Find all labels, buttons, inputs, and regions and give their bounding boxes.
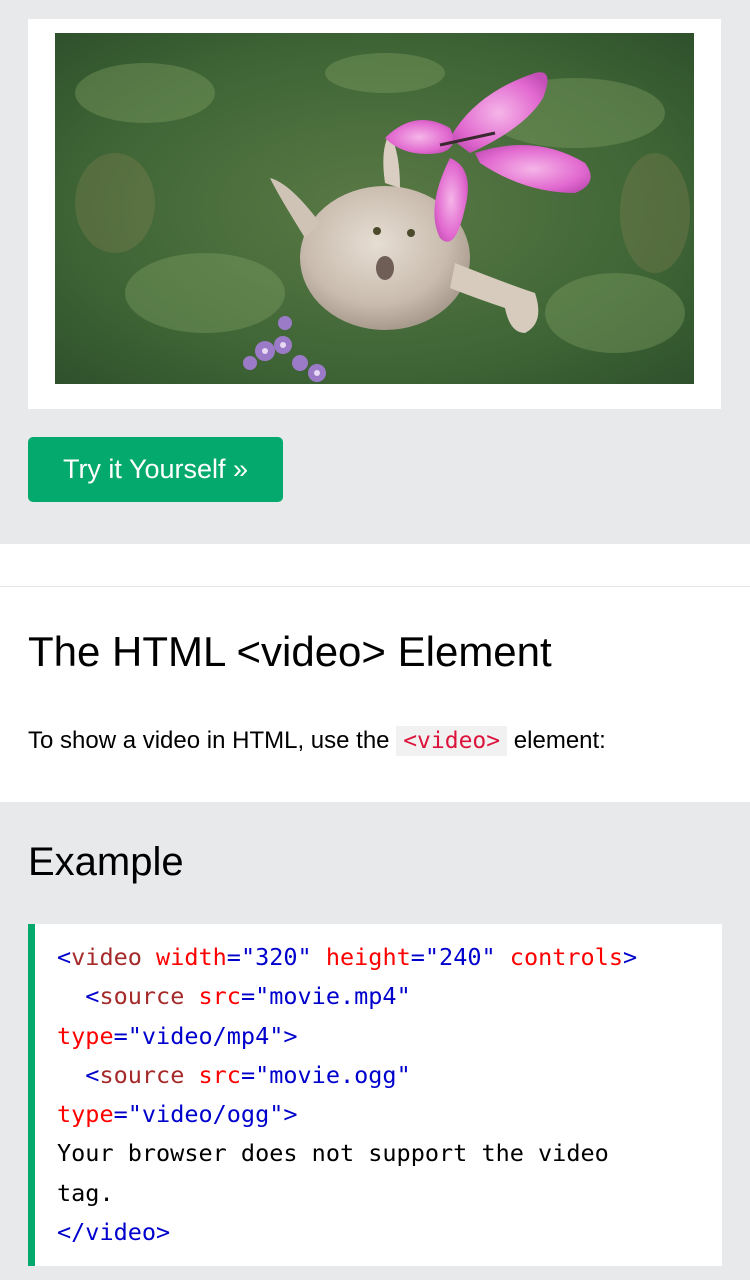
code-token: > xyxy=(283,1021,298,1050)
code-token: type xyxy=(57,1021,114,1050)
code-token: "320" xyxy=(240,943,312,971)
code-token: tag. xyxy=(57,1178,114,1207)
code-token: > xyxy=(623,943,638,971)
page-title: The HTML <video> Element xyxy=(28,628,552,675)
section-divider xyxy=(0,544,750,587)
intro-text-prefix: To show a video in HTML, use the xyxy=(28,727,397,754)
intro-paragraph: To show a video in HTML, use the <video>… xyxy=(28,722,606,760)
code-token: "movie.mp4" xyxy=(255,982,411,1011)
code-token: = xyxy=(113,1100,128,1129)
code-token: "240" xyxy=(424,943,496,971)
code-token: = xyxy=(226,943,241,971)
code-token: height xyxy=(311,943,411,971)
intro-text-suffix: element: xyxy=(507,727,606,754)
try-it-yourself-button[interactable]: Try it Yourself » xyxy=(28,437,283,502)
code-example-box: <video width="320" height="240" controls… xyxy=(28,924,722,1266)
code-token: = xyxy=(113,1021,128,1050)
code-token: = xyxy=(410,943,425,971)
code-token: "video/mp4" xyxy=(127,1021,284,1050)
code-token: "movie.ogg" xyxy=(255,1060,411,1089)
code-token: < xyxy=(85,982,100,1011)
example-heading: Example xyxy=(28,840,184,884)
code-token: < xyxy=(57,943,72,971)
code-token: source xyxy=(99,982,185,1011)
code-token: </video> xyxy=(57,1218,171,1247)
video-player[interactable] xyxy=(28,19,721,409)
code-token: type xyxy=(57,1100,114,1129)
code-token: > xyxy=(283,1100,298,1129)
code-token: Your browser does not support the video xyxy=(57,1139,609,1168)
code-token: width xyxy=(141,943,227,971)
code-block: <video width="320" height="240" controls… xyxy=(57,938,637,1252)
code-token: = xyxy=(240,982,256,1011)
video-frame-image[interactable] xyxy=(55,33,694,384)
code-token: src xyxy=(184,982,241,1011)
code-token: = xyxy=(240,1060,256,1089)
video-section: Try it Yourself » xyxy=(0,0,750,544)
video-still xyxy=(55,33,694,384)
code-token: < xyxy=(85,1060,100,1089)
code-token: controls xyxy=(495,943,623,971)
code-token: source xyxy=(99,1060,185,1089)
code-token: src xyxy=(184,1060,241,1089)
inline-code-video: <video> xyxy=(396,726,508,756)
code-token: video xyxy=(71,943,142,971)
video-element-section xyxy=(0,587,750,802)
code-token: "video/ogg" xyxy=(127,1100,284,1129)
